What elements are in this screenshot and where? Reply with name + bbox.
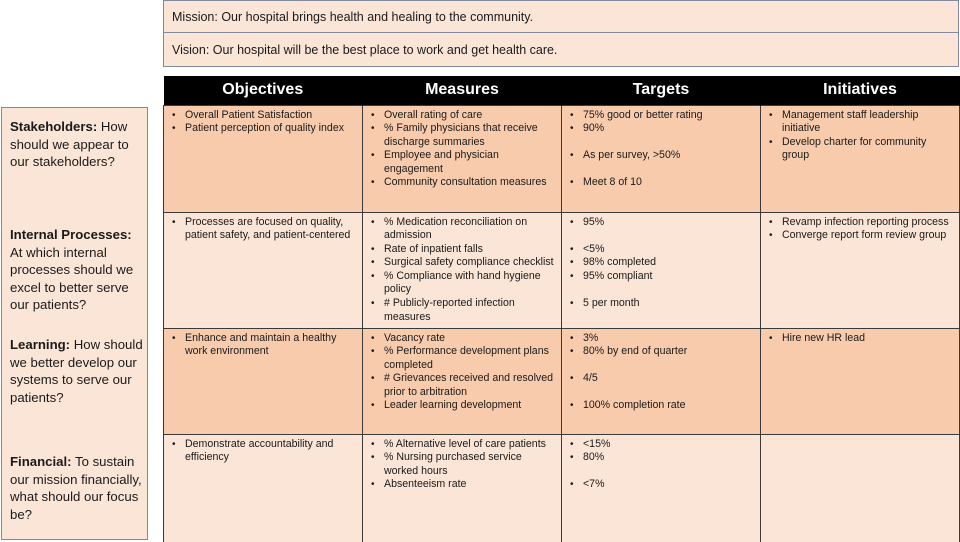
table-row-stakeholders: Overall Patient SatisfactionPatient perc… [163,104,960,213]
list-item: <15% [568,438,756,452]
list-item: 80% by end of quarter [568,345,756,359]
table-row-financial: Demonstrate accountability and efficienc… [163,433,960,542]
column-header-objectives: Objectives [163,76,363,105]
initiatives-cell: Management staff leadership initiativeDe… [760,104,960,213]
list-item: Patient perception of quality index [170,122,358,136]
list-item: Absenteeism rate [369,478,557,492]
table-row-learning: Enhance and maintain a healthy work envi… [163,327,960,435]
objectives-list: Enhance and maintain a healthy work envi… [170,332,358,359]
targets-list: 95% <5%98% completed95% compliant 5 per mo… [568,216,756,311]
initiatives-cell [760,433,960,542]
perspective-label: Internal Processes: [10,227,132,242]
perspective-stakeholders: Stakeholders: How should we appear to ou… [10,118,143,171]
list-item: 4/5 [568,372,756,386]
objectives-list: Demonstrate accountability and efficienc… [170,438,358,465]
column-header-measures: Measures [362,76,562,105]
list-item: Processes are focused on quality, patien… [170,216,358,243]
measures-cell: Vacancy rate% Performance development pl… [362,327,562,435]
list-item: 95% compliant [568,270,756,284]
list-item: Surgical safety compliance checklist [369,256,557,270]
measures-cell: Overall rating of care% Family physician… [362,104,562,213]
perspectives-panel: Stakeholders: How should we appear to ou… [1,107,148,540]
list-item: % Family physicians that receive dischar… [369,122,557,149]
list-item: # Publicly-reported infection measures [369,297,557,324]
list-item: 75% good or better rating [568,109,756,123]
list-item: Meet 8 of 10 [568,176,756,190]
initiatives-list: Hire new HR lead [767,332,955,346]
perspective-internal-processes: Internal Processes: At which internal pr… [10,226,143,314]
list-item: % Medication reconciliation on admission [369,216,557,243]
targets-list: 75% good or better rating90% As per surve… [568,109,756,191]
targets-list: <15%80% <7% [568,438,756,492]
measures-list: % Alternative level of care patients% Nu… [369,438,557,492]
list-item: 80% [568,451,756,465]
perspective-learning: Learning: How should we better develop o… [10,336,143,406]
list-item: <5% [568,243,756,257]
list-item: Vacancy rate [369,332,557,346]
measures-list: Vacancy rate% Performance development pl… [369,332,557,414]
vision-statement: Vision: Our hospital will be the best pl… [163,32,959,67]
targets-cell: <15%80% <7% [561,433,761,542]
measures-cell: % Medication reconciliation on admission… [362,211,562,329]
initiatives-cell: Revamp infection reporting processConver… [760,211,960,329]
list-item: Community consultation measures [369,176,557,190]
list-item: Develop charter for community group [767,136,955,163]
perspective-label: Learning: [10,337,71,352]
vision-text: Vision: Our hospital will be the best pl… [172,42,558,57]
list-item: 3% [568,332,756,346]
list-item: Converge report form review group [767,229,955,243]
objectives-list: Processes are focused on quality, patien… [170,216,358,243]
targets-cell: 3%80% by end of quarter 4/5 100% completio… [561,327,761,435]
table-row-internal-processes: Processes are focused on quality, patien… [163,211,960,329]
mission-statement: Mission: Our hospital brings health and … [163,0,959,33]
list-item: 100% completion rate [568,399,756,413]
perspective-financial: Financial: To sustain our mission financ… [10,453,143,523]
perspective-label: Stakeholders: [10,119,98,134]
list-item: 90% [568,122,756,136]
list-item: Overall Patient Satisfaction [170,109,358,123]
column-header-initiatives: Initiatives [760,76,960,105]
list-item: Revamp infection reporting process [767,216,955,230]
targets-cell: 75% good or better rating90% As per surve… [561,104,761,213]
targets-list: 3%80% by end of quarter 4/5 100% completio… [568,332,756,414]
objectives-cell: Processes are focused on quality, patien… [163,211,363,329]
list-item: 95% [568,216,756,230]
column-header-targets: Targets [561,76,761,105]
list-item: % Compliance with hand hygiene policy [369,270,557,297]
list-item: As per survey, >50% [568,149,756,163]
list-item: 5 per month [568,297,756,311]
list-item: 98% completed [568,256,756,270]
targets-cell: 95% <5%98% completed95% compliant 5 per mo… [561,211,761,329]
list-item: Rate of inpatient falls [369,243,557,257]
list-item: Enhance and maintain a healthy work envi… [170,332,358,359]
objectives-cell: Demonstrate accountability and efficienc… [163,433,363,542]
list-item: <7% [568,478,756,492]
objectives-cell: Enhance and maintain a healthy work envi… [163,327,363,435]
initiatives-cell: Hire new HR lead [760,327,960,435]
list-item: % Alternative level of care patients [369,438,557,452]
list-item: Leader learning development [369,399,557,413]
initiatives-list: Revamp infection reporting processConver… [767,216,955,243]
list-item: Employee and physician engagement [369,149,557,176]
list-item: Hire new HR lead [767,332,955,346]
table-header-row: Objectives Measures Targets Initiatives [163,76,960,105]
list-item: # Grievances received and resolved prior… [369,372,557,399]
objectives-list: Overall Patient SatisfactionPatient perc… [170,109,358,136]
objectives-cell: Overall Patient SatisfactionPatient perc… [163,104,363,213]
scorecard-table: Objectives Measures Targets Initiatives … [163,76,960,542]
mission-text: Mission: Our hospital brings health and … [172,9,534,24]
list-item: Management staff leadership initiative [767,109,955,136]
list-item: % Performance development plans complete… [369,345,557,372]
perspective-label: Financial: [10,454,72,469]
list-item: % Nursing purchased service worked hours [369,451,557,478]
initiatives-list: Management staff leadership initiativeDe… [767,109,955,163]
measures-list: % Medication reconciliation on admission… [369,216,557,325]
perspective-question: At which internal processes should we ex… [10,244,134,313]
measures-cell: % Alternative level of care patients% Nu… [362,433,562,542]
list-item: Demonstrate accountability and efficienc… [170,438,358,465]
measures-list: Overall rating of care% Family physician… [369,109,557,191]
list-item: Overall rating of care [369,109,557,123]
